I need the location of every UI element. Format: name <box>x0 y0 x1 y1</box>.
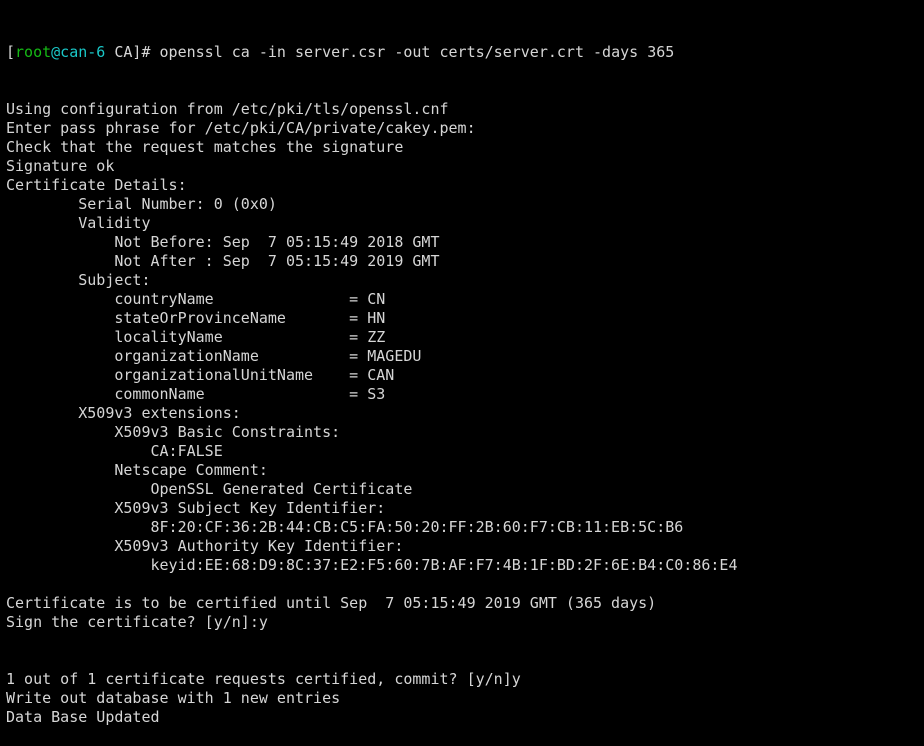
output-line: Certificate Details: <box>6 176 187 194</box>
terminal-screen[interactable]: [root@can-6 CA]# openssl ca -in server.c… <box>0 0 924 726</box>
output-line: OpenSSL Generated Certificate <box>6 480 413 498</box>
output-line: 1 out of 1 certificate requests certifie… <box>6 670 521 688</box>
output-line: X509v3 extensions: <box>6 404 241 422</box>
output-line: commonName = S3 <box>6 385 386 403</box>
output-line: Netscape Comment: <box>6 461 268 479</box>
output-blank-line <box>6 651 924 670</box>
output-line: Not Before: Sep 7 05:15:49 2018 GMT <box>6 233 440 251</box>
terminal-output: Using configuration from /etc/pki/tls/op… <box>6 100 924 727</box>
output-line: keyid:EE:68:D9:8C:37:E2:F5:60:7B:AF:F7:4… <box>6 556 738 574</box>
output-line: Certificate is to be certified until Sep… <box>6 594 657 612</box>
output-line: localityName = ZZ <box>6 328 386 346</box>
output-line: Signature ok <box>6 157 115 175</box>
output-line: Data Base Updated <box>6 708 160 726</box>
output-line: Check that the request matches the signa… <box>6 138 404 156</box>
output-line: organizationalUnitName = CAN <box>6 366 395 384</box>
command-prompt-line: [root@can-6 CA]# openssl ca -in server.c… <box>6 43 924 62</box>
output-blank-line <box>6 575 924 594</box>
output-line: X509v3 Subject Key Identifier: <box>6 499 386 517</box>
output-blank-line <box>6 632 924 651</box>
prompt-username: root <box>15 43 52 61</box>
output-line: Write out database with 1 new entries <box>6 689 341 707</box>
output-line: countryName = CN <box>6 290 386 308</box>
output-line: organizationName = MAGEDU <box>6 347 422 365</box>
output-line: Enter pass phrase for /etc/pki/CA/privat… <box>6 119 476 137</box>
output-line: Subject: <box>6 271 151 289</box>
prompt-hostname: @can-6 <box>51 43 106 61</box>
output-line: Serial Number: 0 (0x0) <box>6 195 277 213</box>
output-line: Validity <box>6 214 151 232</box>
output-line: 8F:20:CF:36:2B:44:CB:C5:FA:50:20:FF:2B:6… <box>6 518 684 536</box>
output-line: X509v3 Basic Constraints: <box>6 423 341 441</box>
prompt-path-and-sigil: CA]# <box>105 43 160 61</box>
output-line: X509v3 Authority Key Identifier: <box>6 537 404 555</box>
prompt-open-bracket: [ <box>6 43 16 61</box>
output-line: Using configuration from /etc/pki/tls/op… <box>6 100 449 118</box>
command-text: openssl ca -in server.csr -out certs/ser… <box>159 43 675 61</box>
output-line: Not After : Sep 7 05:15:49 2019 GMT <box>6 252 440 270</box>
output-line: CA:FALSE <box>6 442 223 460</box>
output-line: Sign the certificate? [y/n]:y <box>6 613 268 631</box>
output-line: stateOrProvinceName = HN <box>6 309 386 327</box>
